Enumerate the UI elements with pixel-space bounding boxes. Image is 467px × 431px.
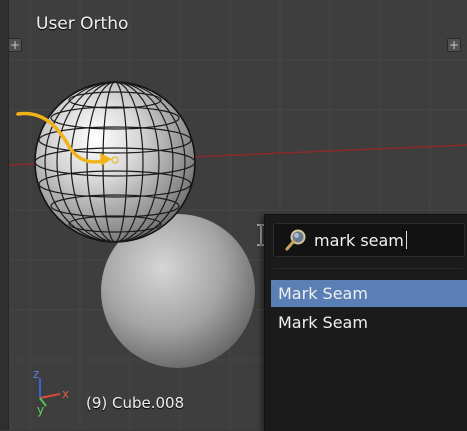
search-input-value: mark seam <box>314 230 404 250</box>
menu-item-mark-seam[interactable]: Mark Seam <box>271 280 467 307</box>
search-icon <box>285 229 306 251</box>
text-caret <box>405 231 407 249</box>
operator-search-menu: mark seam Mark Seam Mark Seam <box>264 214 467 431</box>
axis-x-label: x <box>62 387 69 401</box>
menu-separator <box>273 268 463 269</box>
active-object-label: (9) Cube.008 <box>86 394 185 412</box>
search-input[interactable]: mark seam <box>273 223 465 257</box>
menu-item-mark-seam[interactable]: Mark Seam <box>271 309 467 336</box>
axis-z-label: z <box>33 367 39 381</box>
axis-y-label: y <box>37 403 44 417</box>
